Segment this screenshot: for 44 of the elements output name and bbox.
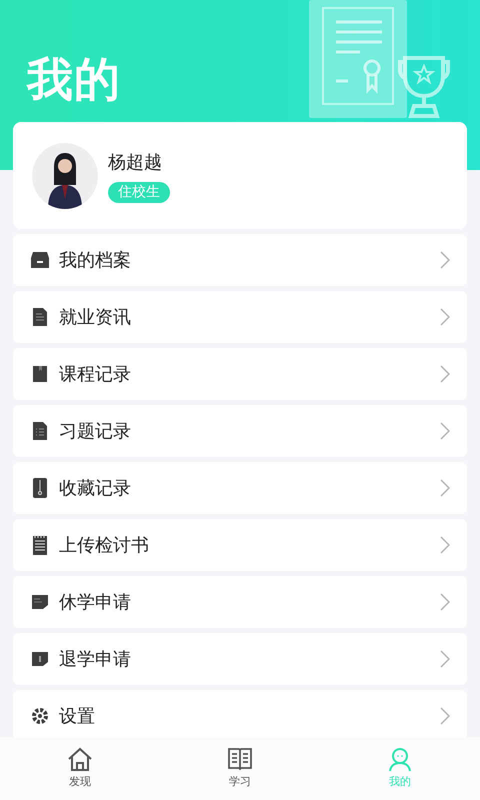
menu-item[interactable]: 我的档案 — [13, 234, 467, 286]
note-icon — [31, 651, 49, 667]
document-icon — [32, 307, 48, 327]
book-icon — [32, 365, 48, 383]
menu-item[interactable]: 就业资讯 — [13, 291, 467, 343]
menu-label: 收藏记录 — [59, 476, 132, 500]
menu-label: 退学申请 — [59, 648, 132, 672]
chevron-right-icon — [440, 650, 450, 668]
menu-label: 上传检讨书 — [59, 534, 150, 558]
menu-item[interactable]: 课程记录 — [13, 348, 467, 400]
page-title: 我的 — [27, 51, 122, 108]
menu-item[interactable]: 退学申请 — [13, 633, 467, 685]
home-icon — [67, 746, 93, 772]
chevron-right-icon — [440, 251, 450, 269]
nav-tab[interactable]: 学习 — [160, 737, 320, 800]
note-icon — [31, 594, 49, 610]
chevron-right-icon — [440, 536, 450, 554]
menu-item[interactable]: 收藏记录 — [13, 462, 467, 514]
drawer-icon — [30, 251, 50, 269]
menu-label: 设置 — [59, 704, 96, 728]
chevron-right-icon — [440, 422, 450, 440]
menu-label: 习题记录 — [59, 420, 132, 444]
nav-tab[interactable]: 发现 — [0, 737, 160, 800]
status-badge: 住校生 — [108, 182, 170, 202]
menu-item[interactable]: 休学申请 — [13, 576, 467, 628]
menu-label: 休学申请 — [59, 590, 132, 614]
chevron-right-icon — [440, 308, 450, 326]
menu-label: 我的档案 — [59, 248, 132, 272]
menu-item[interactable]: 习题记录 — [13, 405, 467, 457]
menu-label: 课程记录 — [59, 362, 132, 386]
user-name: 杨超越 — [108, 150, 162, 174]
chevron-right-icon — [440, 365, 450, 383]
chevron-right-icon — [440, 707, 450, 725]
chevron-right-icon — [440, 593, 450, 611]
book-icon — [227, 746, 253, 772]
menu-item[interactable]: 上传检讨书 — [13, 519, 467, 571]
bookmark-icon — [32, 477, 48, 499]
notepad-icon — [32, 534, 48, 556]
menu-item[interactable]: 设置 — [13, 690, 467, 737]
document-icon — [32, 421, 48, 441]
chevron-right-icon — [440, 479, 450, 497]
user-icon — [387, 746, 413, 772]
gear-icon — [31, 707, 49, 725]
menu-label: 就业资讯 — [59, 306, 132, 330]
